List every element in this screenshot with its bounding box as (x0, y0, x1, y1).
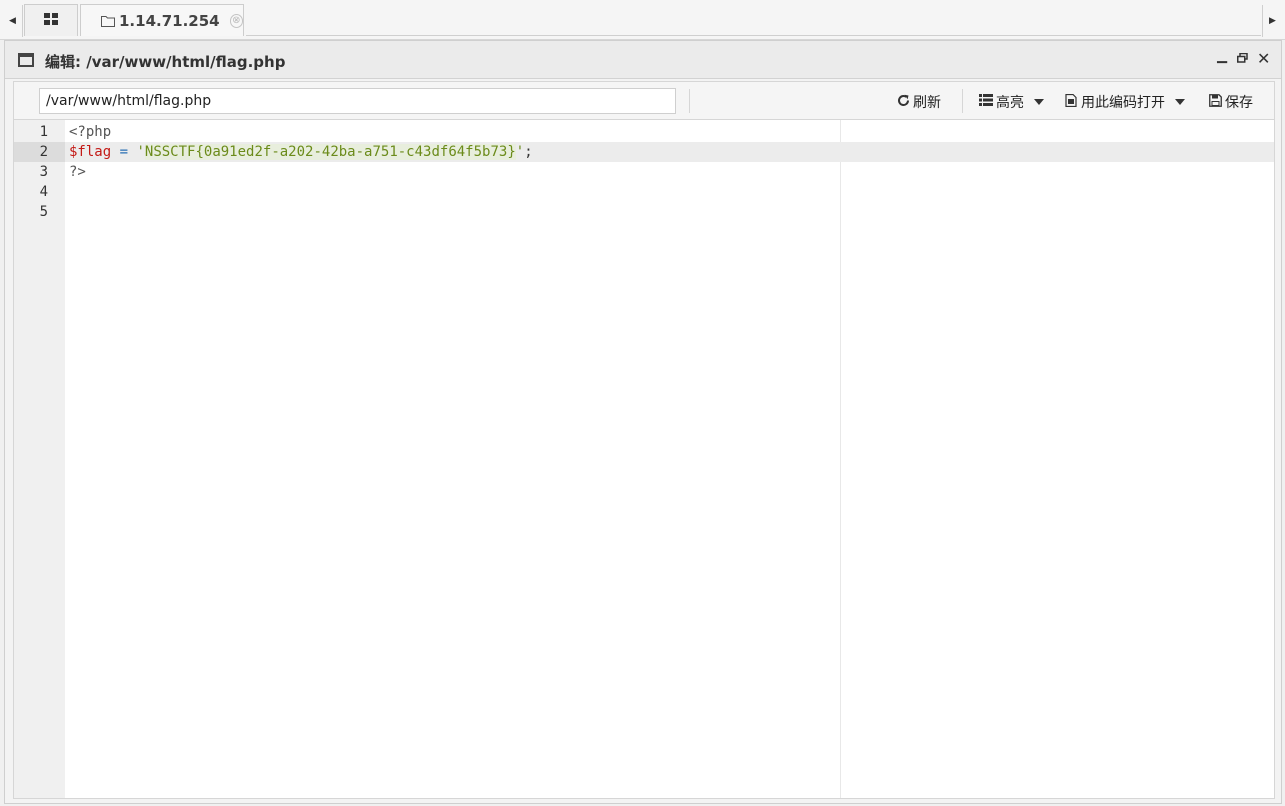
tab-scroll-right[interactable]: ▶ (1262, 5, 1282, 37)
list-icon (979, 94, 993, 110)
token-quote: ' (515, 144, 525, 160)
refresh-icon (897, 94, 910, 111)
highlight-label: 高亮 (996, 95, 1024, 111)
token-operator: = (111, 144, 137, 160)
caret-right-icon: ▶ (1269, 16, 1276, 26)
editor-toolbar: 刷新 高亮 用此编码打开 (13, 81, 1275, 119)
code-editor[interactable]: 1 <?php 2 $flag = 'NSSCTF{0a91ed2f-a202-… (13, 119, 1275, 799)
chevron-down-icon (1175, 99, 1185, 105)
code-text: ?> (69, 164, 86, 180)
code-line[interactable]: 5 (14, 202, 1274, 222)
tab-close-icon[interactable]: ⊗ (229, 13, 243, 28)
chevron-down-icon (1034, 99, 1044, 105)
maximize-button[interactable] (1237, 52, 1248, 66)
tab-bar: ◀ 1.14.71.254 ⊗ ▶ (0, 0, 1285, 40)
minimize-button[interactable]: ▁ (1217, 49, 1227, 64)
highlight-dropdown[interactable]: 高亮 (979, 91, 1044, 113)
window-title: 编辑: /var/www/html/flag.php (45, 53, 286, 71)
window-header[interactable]: 编辑: /var/www/html/flag.php ▁ ✕ (5, 41, 1281, 79)
restore-icon (1237, 52, 1248, 63)
refresh-label: 刷新 (913, 95, 941, 111)
token-quote: ' (136, 144, 145, 160)
token-semicolon: ; (524, 144, 533, 160)
file-encoding-icon (1065, 93, 1078, 111)
refresh-button[interactable]: 刷新 (897, 91, 941, 113)
encoding-dropdown[interactable]: 用此编码打开 (1065, 91, 1185, 113)
save-label: 保存 (1225, 95, 1253, 111)
code-line[interactable]: 3 ?> (14, 162, 1274, 182)
code-line[interactable]: 4 (14, 182, 1274, 202)
code-text: $flag = 'NSSCTF{0a91ed2f-a202-42ba-a751-… (69, 142, 533, 162)
toolbar-divider (689, 89, 690, 113)
tab-host[interactable]: 1.14.71.254 ⊗ (80, 4, 244, 36)
tab-home[interactable] (24, 4, 78, 36)
token-variable: $flag (69, 144, 112, 160)
toolbar-divider (962, 89, 963, 113)
close-button[interactable]: ✕ (1257, 49, 1270, 68)
code-text: <?php (69, 124, 112, 140)
grid-icon (44, 12, 58, 29)
line-number: 5 (39, 204, 48, 220)
line-number: 3 (39, 164, 48, 180)
caret-left-icon: ◀ (9, 16, 16, 26)
save-button[interactable]: 保存 (1209, 91, 1253, 113)
tab-bar-fill (246, 4, 1261, 36)
token-string: NSSCTF{0a91ed2f-a202-42ba-a751-c43df64f5… (144, 144, 516, 160)
editor-window: 编辑: /var/www/html/flag.php ▁ ✕ 刷新 (4, 40, 1282, 804)
code-line[interactable]: 1 <?php (14, 122, 1274, 142)
line-number: 4 (39, 184, 48, 200)
encoding-label: 用此编码打开 (1081, 95, 1165, 111)
folder-icon (101, 15, 115, 27)
path-input[interactable] (39, 88, 676, 114)
line-number: 1 (39, 124, 48, 140)
line-number: 2 (14, 142, 65, 162)
tab-host-label: 1.14.71.254 (119, 11, 220, 30)
window-icon (18, 53, 34, 67)
save-icon (1209, 93, 1222, 111)
code-line-active[interactable]: 2 $flag = 'NSSCTF{0a91ed2f-a202-42ba-a75… (14, 142, 1274, 162)
tab-scroll-left[interactable]: ◀ (3, 5, 23, 37)
